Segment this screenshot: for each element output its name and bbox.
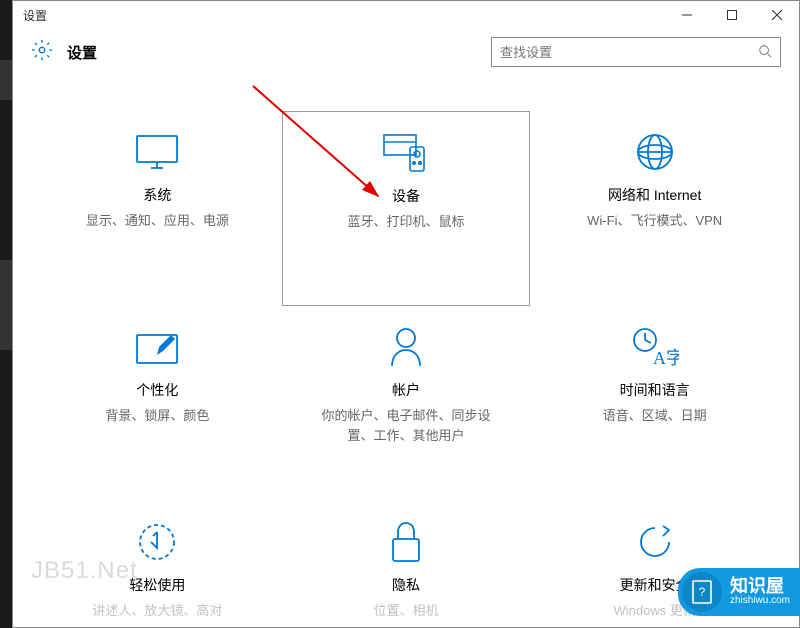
zhishiwu-icon: ? [682, 572, 722, 612]
external-left-edge [0, 0, 12, 628]
tile-system[interactable]: 系统 显示、通知、应用、电源 [33, 111, 282, 306]
tile-desc: 位置、相机 [373, 601, 438, 621]
minimize-button[interactable] [664, 1, 709, 29]
window-controls [664, 1, 799, 29]
maximize-button[interactable] [709, 1, 754, 29]
tile-time-language[interactable]: A字 时间和语言 语音、区域、日期 [530, 306, 779, 501]
tile-title: 系统 [143, 185, 171, 205]
zhishiwu-badge: ? 知识屋 zhishiwu.com [678, 568, 800, 616]
watermark-jb51: JB51.Net [31, 557, 138, 585]
tile-desc: 讲述人、放大镜、高对 [92, 601, 222, 621]
tile-desc: 你的帐户、电子邮件、同步设置、工作、其他用户 [316, 406, 496, 445]
search-input[interactable] [500, 45, 758, 60]
window-title: 设置 [23, 7, 664, 24]
personalization-icon [135, 324, 179, 370]
edge-tab [0, 260, 12, 350]
close-button[interactable] [754, 1, 799, 29]
search-icon [758, 44, 772, 61]
tile-title: 时间和语言 [620, 380, 690, 400]
accounts-icon [388, 324, 424, 370]
privacy-icon [389, 519, 423, 565]
header: 设置 [13, 29, 799, 81]
gear-icon [31, 39, 53, 66]
tile-desc: Wi-Fi、飞行模式、VPN [587, 211, 722, 231]
tile-desc: 背景、锁屏、颜色 [105, 406, 209, 426]
zhishiwu-url: zhishiwu.com [730, 595, 790, 607]
ease-of-access-icon [137, 519, 177, 565]
search-box[interactable] [491, 37, 781, 67]
content-area: 系统 显示、通知、应用、电源 设备 蓝牙、打印机、鼠标 网络和 Internet… [13, 81, 799, 627]
tile-title: 个性化 [136, 380, 178, 400]
zhishiwu-text: 知识屋 zhishiwu.com [730, 577, 790, 607]
update-security-icon [635, 519, 675, 565]
tile-title: 轻松使用 [129, 575, 185, 595]
edge-tab [0, 60, 12, 100]
tile-desc: 显示、通知、应用、电源 [86, 211, 229, 231]
zhishiwu-title: 知识屋 [730, 577, 790, 595]
time-language-icon: A字 [631, 324, 679, 370]
tile-network[interactable]: 网络和 Internet Wi-Fi、飞行模式、VPN [530, 111, 779, 306]
tile-title: 网络和 Internet [608, 185, 701, 205]
tile-desc: 语音、区域、日期 [603, 406, 707, 426]
settings-window: 设置 设置 [12, 0, 800, 628]
devices-icon [382, 130, 430, 176]
tile-title: 帐户 [392, 380, 420, 400]
tile-privacy[interactable]: 隐私 位置、相机 [282, 501, 531, 627]
tile-personalization[interactable]: 个性化 背景、锁屏、颜色 [33, 306, 282, 501]
settings-grid: 系统 显示、通知、应用、电源 设备 蓝牙、打印机、鼠标 网络和 Internet… [33, 111, 779, 627]
tile-accounts[interactable]: 帐户 你的帐户、电子邮件、同步设置、工作、其他用户 [282, 306, 531, 501]
tile-devices[interactable]: 设备 蓝牙、打印机、鼠标 [282, 111, 531, 306]
titlebar: 设置 [13, 1, 799, 29]
svg-text:?: ? [699, 585, 706, 599]
tile-title: 隐私 [392, 575, 420, 595]
page-title: 设置 [67, 42, 491, 63]
system-icon [135, 129, 179, 175]
svg-text:A字: A字 [653, 348, 679, 368]
tile-title: 设备 [392, 186, 420, 206]
network-icon [635, 129, 675, 175]
tile-desc: 蓝牙、打印机、鼠标 [347, 212, 464, 232]
